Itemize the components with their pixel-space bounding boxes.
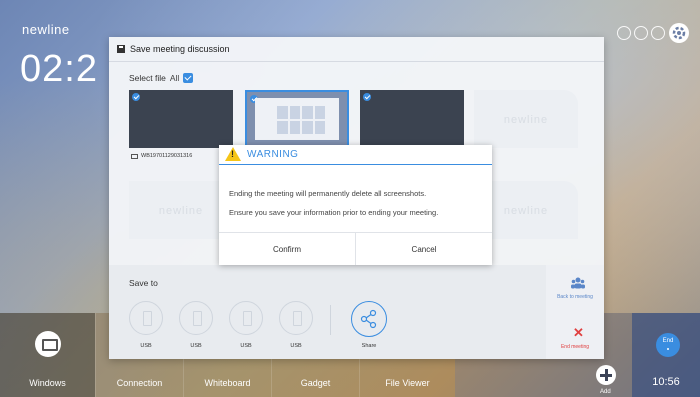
screenshot-preview [255, 98, 339, 140]
screenshot-thumbnail[interactable] [129, 90, 233, 148]
circle-icon[interactable] [651, 26, 665, 40]
monitor-icon [35, 331, 61, 357]
share-button[interactable] [351, 301, 387, 337]
watermark: newline [503, 114, 549, 126]
people-icon[interactable] [571, 277, 585, 289]
top-right-controls [617, 22, 690, 44]
taskbar-label: File Viewer [385, 378, 430, 388]
gear-icon[interactable] [668, 22, 690, 44]
share-icon [360, 309, 377, 329]
warning-title: WARNING [247, 149, 299, 160]
empty-thumbnail: newline [129, 181, 233, 239]
end-button[interactable]: End [656, 333, 680, 357]
thumbnail-checkbox[interactable] [132, 93, 140, 101]
usb-target[interactable] [129, 301, 163, 335]
select-file-label: Select file [129, 73, 166, 83]
taskbar-time: 10:56 [652, 376, 680, 388]
select-all-label: All [169, 73, 180, 83]
back-to-meeting-label[interactable]: Back to meeting [549, 294, 601, 300]
dialog-title-text: Save meeting discussion [130, 44, 230, 54]
warning-header: WARNING [219, 145, 492, 165]
taskbar-label: Connection [116, 378, 163, 388]
warning-line: Ending the meeting will permanently dele… [229, 189, 427, 198]
thumbnail-name: WB19701129031316 [141, 153, 193, 159]
usb-target[interactable] [279, 301, 313, 335]
usb-target[interactable] [179, 301, 213, 335]
usb-label: USB [290, 343, 302, 349]
warning-buttons: Confirm Cancel [219, 232, 492, 265]
select-all-checkbox[interactable] [183, 73, 194, 83]
taskbar-windows[interactable]: Windows [0, 313, 95, 397]
save-to-label: Save to [129, 278, 158, 288]
usb-label: USB [140, 343, 152, 349]
desktop-clock: 02:2 [20, 48, 98, 90]
taskbar-label: Gadget [300, 378, 331, 388]
monitor-icon [131, 153, 138, 159]
taskbar-label: Whiteboard [204, 378, 251, 388]
taskbar-label: Windows [29, 378, 66, 388]
share-label: Share [361, 343, 377, 349]
close-icon[interactable]: ✕ [573, 326, 584, 339]
warning-message: Ending the meeting will permanently dele… [229, 184, 489, 222]
warning-icon [225, 147, 241, 161]
select-file-row: Select file All [129, 73, 194, 83]
warning-line: Ensure you save your information prior t… [229, 208, 439, 217]
usb-label: USB [240, 343, 252, 349]
save-to-band [109, 265, 546, 359]
usb-label: USB [190, 343, 202, 349]
screenshot-thumbnail[interactable] [245, 90, 349, 148]
add-label: Add [600, 389, 611, 395]
divider [330, 305, 331, 335]
circle-icon[interactable] [617, 26, 631, 40]
end-meeting-label[interactable]: End meeting [549, 344, 601, 350]
watermark: newline [158, 205, 204, 217]
thumbnail-caption: WB19701129031316 [131, 153, 192, 159]
taskbar-end-panel: End 10:56 [632, 313, 700, 397]
divider [109, 61, 604, 62]
cancel-button[interactable]: Cancel [356, 233, 492, 265]
confirm-button[interactable]: Confirm [219, 233, 356, 265]
empty-thumbnail: newline [474, 90, 578, 148]
usb-target[interactable] [229, 301, 263, 335]
warning-dialog: WARNING Ending the meeting will permanen… [219, 145, 492, 265]
thumbnail-checkbox[interactable] [363, 93, 371, 101]
add-button[interactable] [596, 365, 616, 385]
screenshot-thumbnail[interactable] [360, 90, 464, 148]
brand-logo: newline [22, 22, 70, 37]
save-icon [117, 45, 125, 53]
circle-icon[interactable] [634, 26, 648, 40]
dialog-title: Save meeting discussion [117, 44, 230, 54]
